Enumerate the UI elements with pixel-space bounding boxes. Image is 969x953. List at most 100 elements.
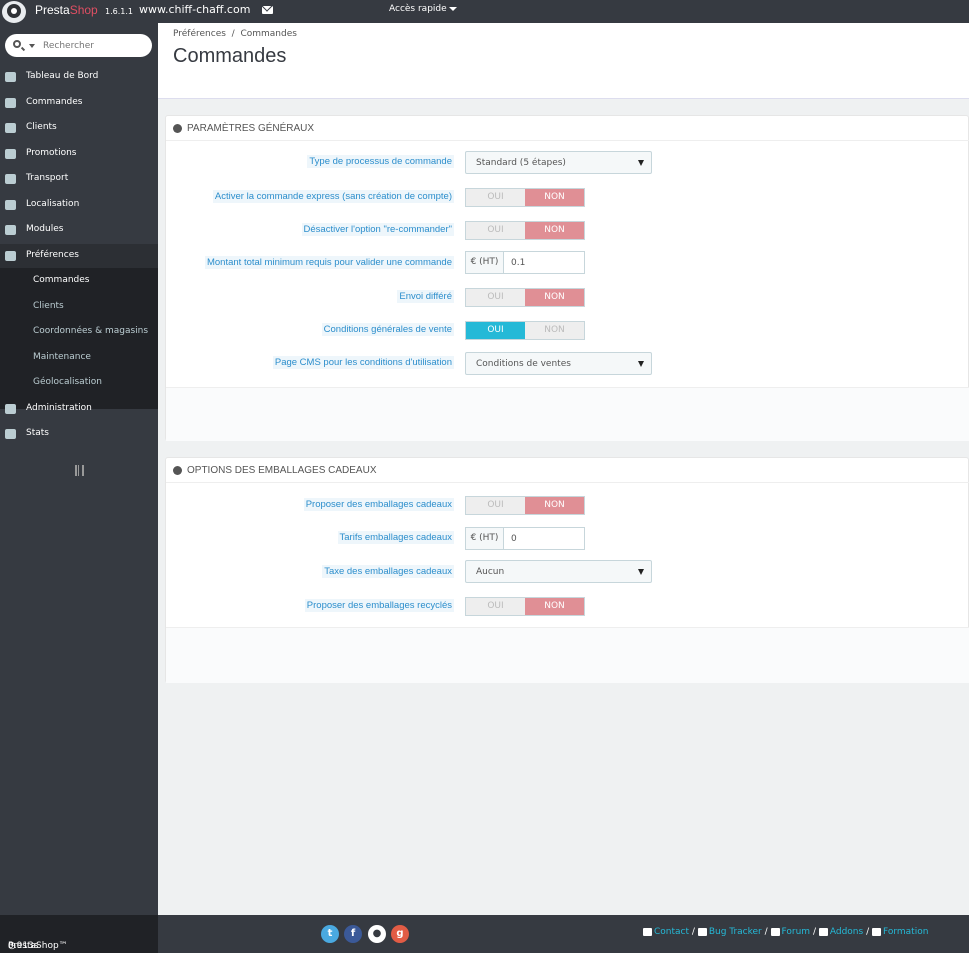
toggle-yes[interactable]: OUI — [466, 189, 525, 206]
minimum-amount-label: Montant total minimum requis pour valide… — [204, 256, 454, 269]
breadcrumb-parent[interactable]: Préférences — [173, 29, 226, 39]
currency-addon: € (HT) — [466, 528, 504, 549]
quick-access-menu[interactable]: Accès rapide — [389, 4, 457, 14]
sidebar-item-label: Clients — [26, 122, 57, 132]
site-url-link[interactable]: www.chiff-chaff.com — [139, 3, 250, 16]
sidebar-item-transport[interactable]: Transport — [0, 167, 158, 191]
sidebar-item-dashboard[interactable]: Tableau de Bord — [0, 65, 158, 89]
toggle-no[interactable]: NON — [525, 322, 584, 339]
sidebar-item-label: Promotions — [26, 148, 77, 158]
link-separator: / — [691, 927, 695, 937]
subitem-geolocation[interactable]: Géolocalisation — [33, 377, 102, 387]
brand-main: Presta — [35, 3, 70, 17]
search-icon[interactable] — [13, 40, 21, 48]
toggle-no[interactable]: NON — [525, 222, 584, 239]
bar-chart-icon — [5, 429, 16, 439]
submenu-panel — [0, 267, 158, 409]
prestashop-logo-icon[interactable] — [2, 1, 26, 23]
subitem-orders[interactable]: Commandes — [33, 275, 89, 285]
toggle-no[interactable]: NON — [525, 497, 584, 514]
cog-icon — [5, 404, 16, 414]
panel-heading: OPTIONS DES EMBALLAGES CADEAUX — [166, 458, 969, 483]
gift-price-field[interactable]: € (HT) 0 — [465, 527, 585, 550]
google-plus-icon[interactable]: g — [391, 925, 409, 943]
envelope-icon[interactable] — [262, 6, 273, 14]
sidebar-item-label: Tableau de Bord — [26, 71, 99, 81]
sidebar-item-promotions[interactable]: Promotions — [0, 142, 158, 166]
sidebar-item-stats[interactable]: Stats — [0, 422, 158, 446]
toggle-yes[interactable]: OUI — [466, 289, 525, 306]
users-icon — [5, 123, 16, 133]
subitem-stores[interactable]: Coordonnées & magasins — [33, 326, 148, 336]
sidebar-item-localization[interactable]: Localisation — [0, 193, 158, 217]
facebook-icon[interactable]: f — [344, 925, 362, 943]
delayed-shipping-label: Envoi différé — [397, 290, 454, 303]
gift-tax-select[interactable]: Aucun — [465, 560, 652, 583]
toggle-no[interactable]: NON — [525, 189, 584, 206]
subitem-maintenance[interactable]: Maintenance — [33, 352, 91, 362]
bug-tracker-link[interactable]: Bug Tracker — [709, 927, 762, 937]
breadcrumb-current: Commandes — [240, 29, 297, 39]
sidebar-item-label: Modules — [26, 224, 64, 234]
top-bar: PrestaShop 1.6.1.1 www.chiff-chaff.com A… — [0, 0, 969, 23]
panel-title: PARAMÈTRES GÉNÉRAUX — [187, 123, 315, 134]
gift-price-value[interactable]: 0 — [511, 534, 517, 544]
search-box[interactable] — [5, 34, 152, 57]
gift-wrapping-panel: OPTIONS DES EMBALLAGES CADEAUX Proposer … — [165, 457, 969, 683]
dashboard-icon — [5, 72, 16, 82]
search-input[interactable] — [43, 38, 143, 53]
reorder-toggle[interactable]: OUI NON — [465, 221, 585, 240]
toggle-no[interactable]: NON — [525, 289, 584, 306]
recycled-packaging-toggle[interactable]: OUI NON — [465, 597, 585, 616]
puzzle-icon — [5, 225, 16, 235]
toggle-no[interactable]: NON — [525, 598, 584, 615]
sidebar-item-orders[interactable]: Commandes — [0, 91, 158, 115]
training-link[interactable]: Formation — [883, 927, 928, 937]
terms-toggle[interactable]: OUI NON — [465, 321, 585, 340]
process-type-select[interactable]: Standard (5 étapes) — [465, 151, 652, 174]
sidebar-item-preferences[interactable]: Préférences — [0, 244, 158, 268]
addons-link[interactable]: Addons — [830, 927, 863, 937]
express-order-toggle[interactable]: OUI NON — [465, 188, 585, 207]
toggle-yes[interactable]: OUI — [466, 598, 525, 615]
toggle-yes[interactable]: OUI — [466, 222, 525, 239]
gift-price-label: Tarifs emballages cadeaux — [337, 531, 454, 544]
puzzle-icon — [818, 927, 828, 936]
quick-access-label: Accès rapide — [389, 4, 447, 14]
gift-icon — [173, 466, 182, 475]
gift-offer-toggle[interactable]: OUI NON — [465, 496, 585, 515]
comments-icon — [770, 927, 780, 936]
subitem-customers[interactable]: Clients — [33, 301, 64, 311]
select-value: Standard (5 étapes) — [476, 158, 566, 168]
sidebar: Tableau de Bord Commandes Clients Promot… — [0, 23, 158, 915]
minimum-amount-field[interactable]: € (HT) 0.1 — [465, 251, 585, 274]
brand-name[interactable]: PrestaShop — [35, 3, 98, 17]
cms-page-select[interactable]: Conditions de ventes — [465, 352, 652, 375]
sidebar-item-label: Administration — [26, 403, 92, 413]
toggle-yes[interactable]: OUI — [466, 322, 525, 339]
globe-icon — [5, 200, 16, 210]
sidebar-item-label: Commandes — [26, 97, 83, 107]
contact-link[interactable]: Contact — [654, 927, 689, 937]
page-title: Commandes — [173, 45, 287, 67]
caret-down-icon[interactable] — [29, 44, 35, 48]
toggle-yes[interactable]: OUI — [466, 497, 525, 514]
panel-title: OPTIONS DES EMBALLAGES CADEAUX — [187, 465, 377, 476]
brand-accent: Shop — [69, 3, 98, 17]
sidebar-item-customers[interactable]: Clients — [0, 116, 158, 140]
forum-link[interactable]: Forum — [782, 927, 811, 937]
minimum-amount-value[interactable]: 0.1 — [511, 258, 525, 268]
github-icon[interactable]: ● — [368, 925, 386, 943]
delayed-shipping-toggle[interactable]: OUI NON — [465, 288, 585, 307]
twitter-icon[interactable]: t — [321, 925, 339, 943]
sidebar-item-label: Stats — [26, 428, 49, 438]
gift-offer-label: Proposer des emballages cadeaux — [303, 498, 454, 511]
sidebar-item-administration[interactable]: Administration — [0, 397, 158, 421]
panel-heading: PARAMÈTRES GÉNÉRAUX — [166, 116, 969, 141]
truck-icon — [5, 174, 16, 184]
sidebar-item-label: Localisation — [26, 199, 80, 209]
process-type-label: Type de processus de commande — [307, 155, 454, 168]
sidebar-item-modules[interactable]: Modules — [0, 218, 158, 242]
terms-label: Conditions générales de vente — [321, 323, 454, 336]
collapse-sidebar-icon[interactable] — [75, 465, 84, 476]
